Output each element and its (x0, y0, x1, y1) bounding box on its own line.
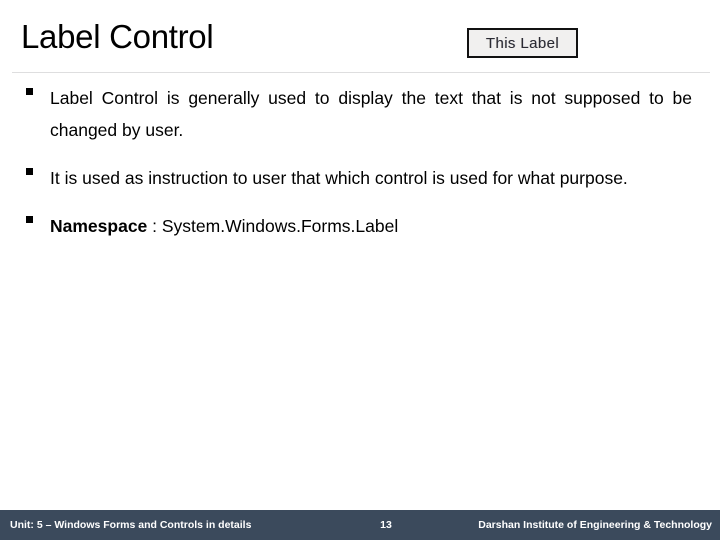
slide-body: Label Control is generally used to displ… (0, 82, 720, 258)
label-control-preview-image: This Label (467, 28, 578, 58)
footer-bar: Unit: 5 – Windows Forms and Controls in … (0, 510, 720, 540)
list-item: Label Control is generally used to displ… (0, 82, 720, 146)
label-control-preview-text: This Label (485, 34, 560, 52)
footer-unit-label: Unit: 5 – Windows Forms and Controls in … (10, 519, 252, 531)
slide-canvas: Label Control This Label Label Control i… (0, 0, 720, 540)
slide-title-area: Label Control (0, 0, 720, 74)
list-item-namespace: Namespace : System.Windows.Forms.Label (0, 210, 720, 242)
title-divider (12, 72, 710, 73)
list-item-label: It is used as instruction to user that w… (50, 168, 628, 188)
list-item: It is used as instruction to user that w… (0, 162, 720, 194)
namespace-keyword: Namespace (50, 216, 148, 236)
list-item-label: Label Control is generally used to displ… (50, 88, 692, 140)
square-bullet-icon (26, 168, 33, 175)
footer-page-number: 13 (380, 519, 392, 531)
list-item-label: Namespace : System.Windows.Forms.Label (50, 210, 692, 242)
footer-institute-label: Darshan Institute of Engineering & Techn… (478, 519, 712, 531)
square-bullet-icon (26, 88, 33, 95)
namespace-value: : System.Windows.Forms.Label (147, 216, 399, 236)
page-title: Label Control (21, 18, 214, 55)
square-bullet-icon (26, 216, 33, 223)
